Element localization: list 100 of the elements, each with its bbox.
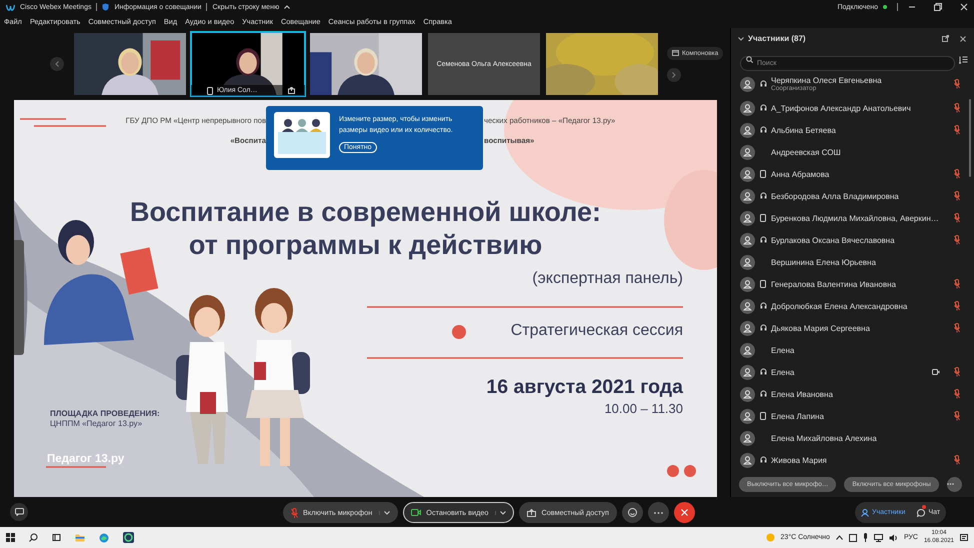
network-icon <box>874 534 883 542</box>
avatar-icon <box>740 298 755 314</box>
event-date: 16 августа 2021 года <box>486 376 683 399</box>
participant-name: Черяпкина Олеся Евгеньевна <box>771 76 883 86</box>
phone-icon <box>760 412 766 420</box>
participant-name: Андреевская СОШ <box>771 148 842 157</box>
phone-icon <box>760 170 766 178</box>
participant-name: Безбородова Алла Владимировна <box>771 192 900 201</box>
leave-button[interactable] <box>674 502 696 523</box>
decor-dot <box>684 465 696 477</box>
avatar-icon <box>740 188 755 204</box>
headset-icon <box>760 192 766 200</box>
close-icon <box>681 509 688 516</box>
participant-name: Живова Мария <box>771 456 828 465</box>
windows-start-icon <box>6 533 15 542</box>
participant-name: Буренкова Людмила Михайловна, Аверкин… <box>771 214 940 223</box>
participant-name: Добролюбкая Елена Александровна <box>771 302 908 311</box>
chat-bubble-icon <box>917 508 926 516</box>
avatar-icon <box>740 232 755 248</box>
participant-row[interactable]: Дьякова Мария Сергеевна <box>731 317 974 340</box>
share-icon <box>288 87 295 94</box>
tray-icon <box>848 534 857 542</box>
chevron-right-icon <box>672 72 676 78</box>
close-icon <box>960 3 968 11</box>
participant-row[interactable]: Бурлакова Оксана Вячеславовна <box>731 229 974 252</box>
participant-name: Елена Лапина <box>771 412 825 421</box>
caret-icon <box>384 510 390 514</box>
share-icon <box>527 508 536 516</box>
participant-row[interactable]: Альбина Бетяева <box>731 119 974 142</box>
chevron-up-icon <box>836 535 843 540</box>
participant-row[interactable]: А_Трифонов Александр Анатольевич <box>731 97 974 120</box>
venue-name: ЦНППМ «Педагог 13.ру» <box>50 419 142 428</box>
chevron-up-icon <box>284 5 290 9</box>
participant-name: Елена Ивановна <box>771 390 834 399</box>
previous-button[interactable] <box>50 57 64 71</box>
participant-row[interactable]: Анна Абрамова <box>731 163 974 186</box>
search-icon <box>746 56 753 64</box>
participant-name: Дьякова Мария Сергеевна <box>771 324 871 333</box>
venue-label: ПЛОЩАДКА ПРОВЕДЕНИЯ: <box>50 409 160 418</box>
avatar-icon <box>740 210 755 226</box>
headset-icon <box>760 236 766 244</box>
chevron-left-icon <box>55 61 59 67</box>
avatar-icon <box>740 342 755 358</box>
participant-name: Альбина Бетяева <box>771 126 837 135</box>
participant-row[interactable]: Елена Михайловна Алехина <box>731 427 974 450</box>
participant-row[interactable]: Елена Ивановна <box>731 383 974 406</box>
decor-dot <box>667 465 679 477</box>
avatar-icon <box>740 166 755 182</box>
participant-row[interactable]: Елена Лапина <box>731 405 974 428</box>
underline-rule <box>46 466 106 468</box>
participant-row[interactable]: Андреевская СОШ <box>731 141 974 164</box>
headset-icon <box>760 390 766 398</box>
avatar-icon <box>740 122 755 138</box>
dots-icon <box>946 483 954 486</box>
headset-icon <box>760 80 766 88</box>
notification-icon <box>960 534 968 542</box>
participant-name: Вершинина Елена Юрьевна <box>771 258 877 267</box>
muted-mic-icon <box>291 508 298 518</box>
headset-icon <box>760 456 766 464</box>
folder-icon <box>75 533 85 542</box>
participant-row[interactable]: Елена <box>731 339 974 362</box>
captions-button[interactable] <box>10 503 28 521</box>
video-layout-drawing <box>274 112 330 158</box>
avatar-icon <box>740 408 755 424</box>
participant-name: А_Трифонов Александр Анатольевич <box>771 104 912 113</box>
caret-icon <box>500 510 506 514</box>
avatar-icon <box>740 144 755 160</box>
bullet-dot <box>452 325 466 339</box>
participant-name: Бурлакова Оксана Вячеславовна <box>771 236 896 245</box>
slide-subtitle: (экспертная панель) <box>532 270 683 288</box>
participant-row[interactable]: Елена <box>731 361 974 384</box>
avatar-icon <box>740 276 755 292</box>
headset-icon <box>760 104 766 112</box>
participant-row[interactable]: Безбородова Алла Владимировна <box>731 185 974 208</box>
participant-row[interactable]: Живова Мария <box>731 449 974 472</box>
task-view-icon <box>52 533 61 542</box>
avatar-icon <box>740 430 755 446</box>
participant-row[interactable]: Вершинина Елена Юрьевна <box>731 251 974 274</box>
participant-name: Генералова Валентина Ивановна <box>771 280 897 289</box>
browser-icon <box>99 532 109 542</box>
phone-icon <box>760 214 766 222</box>
panel-title: Участники (87) <box>748 34 806 44</box>
event-time: 10.00 – 11.30 <box>604 401 683 416</box>
close-icon <box>960 36 966 42</box>
session-label: Стратегическая сессия <box>510 322 683 340</box>
chat-bubble-icon <box>14 508 24 516</box>
avatar-icon <box>740 320 755 336</box>
participant-name: Анна Абрамова <box>771 170 830 179</box>
participant-row[interactable]: Добролюбкая Елена Александровна <box>731 295 974 318</box>
participant-name: Елена <box>771 346 796 355</box>
participant-row[interactable]: Генералова Валентина Ивановна <box>731 273 974 296</box>
participant-row[interactable]: Буренкова Людмила Михайловна, Аверкин… <box>731 207 974 230</box>
search-icon <box>29 533 38 542</box>
more-button[interactable] <box>946 476 962 492</box>
reactions-button[interactable] <box>622 502 644 523</box>
scrollbar[interactable] <box>969 99 971 178</box>
webex-logo-icon <box>6 4 15 10</box>
next-button[interactable] <box>667 68 681 82</box>
avatar-icon <box>740 100 755 116</box>
status-dot <box>883 5 887 9</box>
